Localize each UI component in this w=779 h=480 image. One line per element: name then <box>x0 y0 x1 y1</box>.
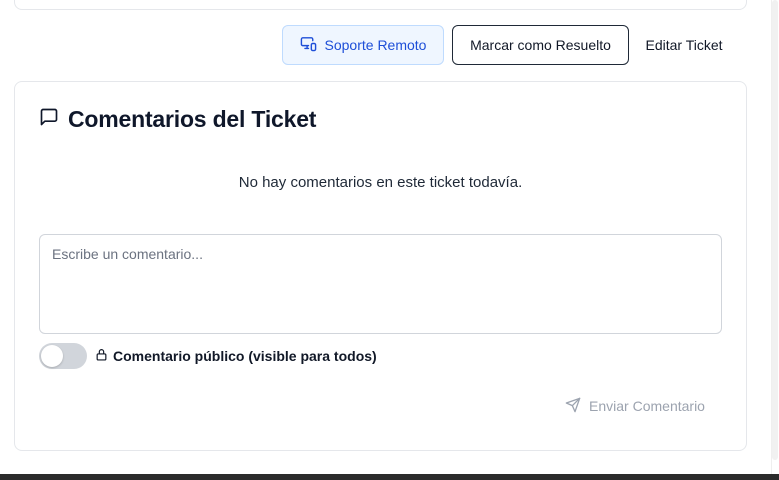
page-scrollbar[interactable] <box>771 0 779 474</box>
bottom-bar <box>0 474 779 480</box>
comments-title: Comentarios del Ticket <box>68 106 317 132</box>
ticket-actions: Soporte Remoto Marcar como Resuelto Edit… <box>282 25 737 65</box>
comment-textarea[interactable] <box>39 234 722 334</box>
ticket-page: Soporte Remoto Marcar como Resuelto Edit… <box>0 0 779 480</box>
monitor-smartphone-icon <box>300 35 317 55</box>
empty-comments-message: No hay comentarios en este ticket todaví… <box>238 174 523 191</box>
send-icon <box>565 397 581 416</box>
scrollbar-thumb[interactable] <box>772 0 778 460</box>
remote-support-label: Soporte Remoto <box>324 37 427 53</box>
comments-header: Comentarios del Ticket <box>39 106 316 133</box>
edit-ticket-button[interactable]: Editar Ticket <box>631 25 737 65</box>
previous-card-edge <box>14 0 747 10</box>
toggle-knob <box>41 345 63 367</box>
remote-support-button[interactable]: Soporte Remoto <box>282 25 444 65</box>
message-square-icon <box>39 107 59 132</box>
send-comment-label: Enviar Comentario <box>589 398 705 414</box>
public-comment-label[interactable]: Comentario público (visible para todos) <box>95 348 377 364</box>
public-comment-toggle-row: Comentario público (visible para todos) <box>39 343 377 369</box>
public-comment-toggle[interactable] <box>39 343 87 369</box>
send-comment-button[interactable]: Enviar Comentario <box>555 388 715 424</box>
public-comment-label-text: Comentario público (visible para todos) <box>113 348 377 364</box>
mark-resolved-button[interactable]: Marcar como Resuelto <box>452 25 629 65</box>
lock-icon <box>95 348 108 364</box>
comments-card: Comentarios del Ticket No hay comentario… <box>14 81 747 451</box>
